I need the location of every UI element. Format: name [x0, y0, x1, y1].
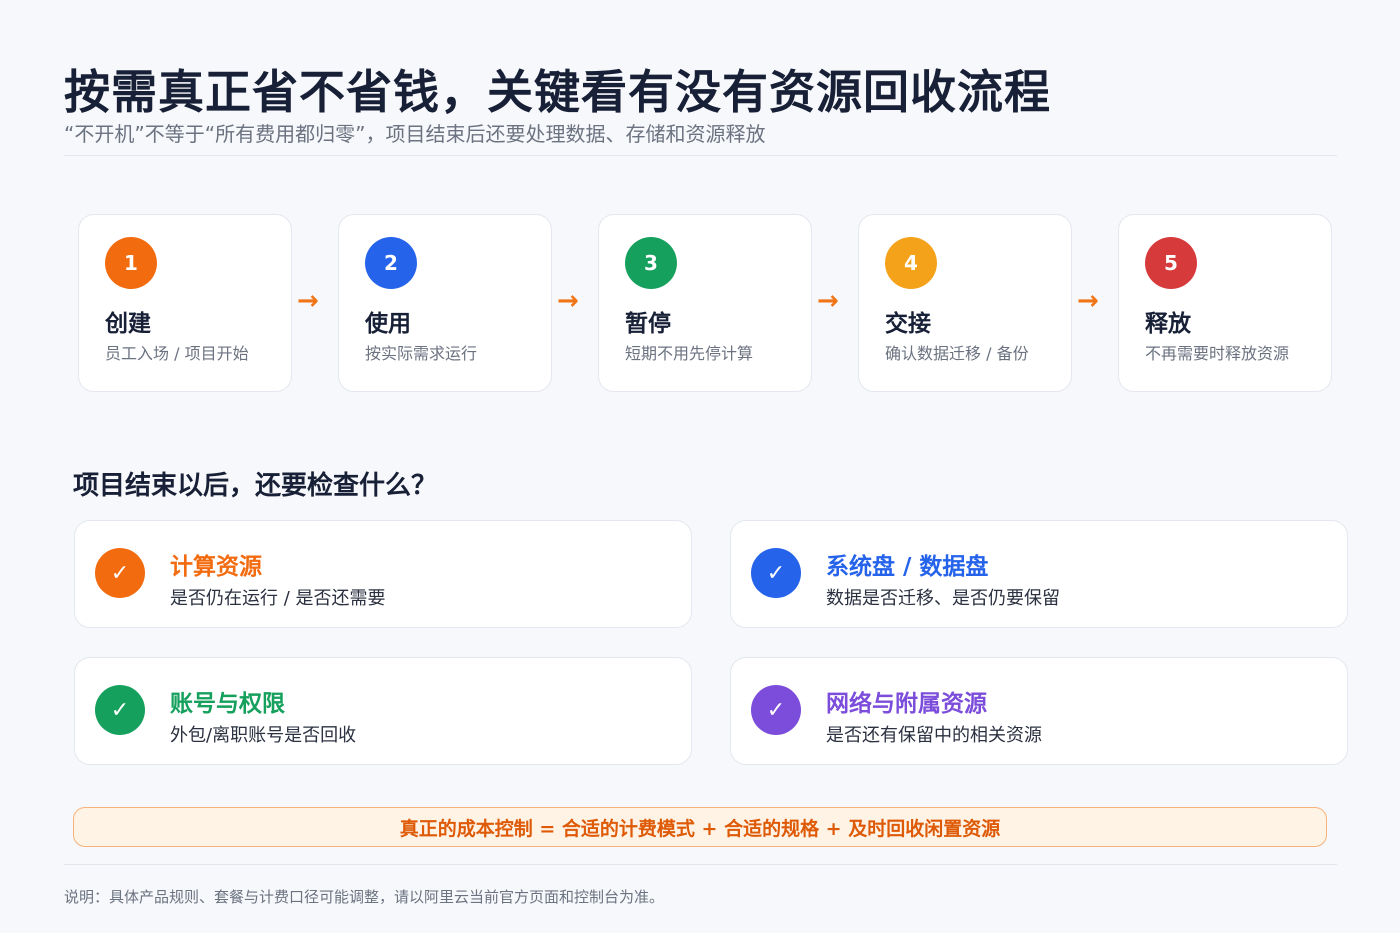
step-name: 暂停	[625, 311, 671, 337]
check-icon: ✓	[95, 548, 145, 598]
page-subtitle: “不开机”不等于“所有费用都归零”，项目结束后还要处理数据、存储和资源释放	[64, 122, 766, 146]
step-number-badge: 5	[1145, 237, 1197, 289]
step-card-release: 5 释放 不再需要时释放资源	[1118, 214, 1332, 392]
step-name: 使用	[365, 311, 411, 337]
step-desc: 按实际需求运行	[365, 344, 478, 363]
step-card-use: 2 使用 按实际需求运行	[338, 214, 552, 392]
flow-arrow-icon: →	[297, 286, 319, 316]
check-icon: ✓	[95, 685, 145, 735]
check-card-compute: ✓ 计算资源 是否仍在运行 / 是否还需要	[74, 520, 692, 628]
step-card-create: 1 创建 员工入场 / 项目开始	[78, 214, 292, 392]
check-desc: 是否仍在运行 / 是否还需要	[170, 588, 386, 609]
check-title: 账号与权限	[170, 691, 285, 717]
step-desc: 确认数据迁移 / 备份	[885, 344, 1029, 363]
check-title: 网络与附属资源	[826, 691, 987, 717]
footer-divider	[64, 864, 1337, 865]
checklist-title: 项目结束以后，还要检查什么？	[73, 471, 438, 501]
check-card-network: ✓ 网络与附属资源 是否还有保留中的相关资源	[730, 657, 1348, 765]
step-desc: 短期不用先停计算	[625, 344, 754, 363]
check-desc: 是否还有保留中的相关资源	[826, 725, 1042, 746]
step-number-badge: 4	[885, 237, 937, 289]
page-title: 按需真正省不省钱，关键看有没有资源回收流程	[64, 65, 1051, 119]
check-title: 计算资源	[170, 554, 262, 580]
check-icon: ✓	[751, 548, 801, 598]
step-desc: 不再需要时释放资源	[1145, 344, 1290, 363]
step-desc: 员工入场 / 项目开始	[105, 344, 249, 363]
check-card-accounts: ✓ 账号与权限 外包/离职账号是否回收	[74, 657, 692, 765]
step-name: 交接	[885, 311, 931, 337]
step-number-badge: 3	[625, 237, 677, 289]
check-card-disks: ✓ 系统盘 / 数据盘 数据是否迁移、是否仍要保留	[730, 520, 1348, 628]
flow-arrow-icon: →	[817, 286, 839, 316]
step-name: 释放	[1145, 311, 1191, 337]
check-icon: ✓	[751, 685, 801, 735]
step-card-handover: 4 交接 确认数据迁移 / 备份	[858, 214, 1072, 392]
footnote: 说明：具体产品规则、套餐与计费口径可能调整，请以阿里云当前官方页面和控制台为准。	[64, 888, 665, 906]
check-title: 系统盘 / 数据盘	[826, 554, 989, 580]
step-card-pause: 3 暂停 短期不用先停计算	[598, 214, 812, 392]
flow-arrow-icon: →	[1077, 286, 1099, 316]
step-number-badge: 1	[105, 237, 157, 289]
check-desc: 外包/离职账号是否回收	[170, 725, 357, 746]
check-desc: 数据是否迁移、是否仍要保留	[826, 588, 1060, 609]
step-number-badge: 2	[365, 237, 417, 289]
summary-banner: 真正的成本控制 = 合适的计费模式 + 合适的规格 + 及时回收闲置资源	[73, 807, 1327, 847]
step-name: 创建	[105, 311, 151, 337]
header-divider	[64, 155, 1337, 156]
flow-arrow-icon: →	[557, 286, 579, 316]
